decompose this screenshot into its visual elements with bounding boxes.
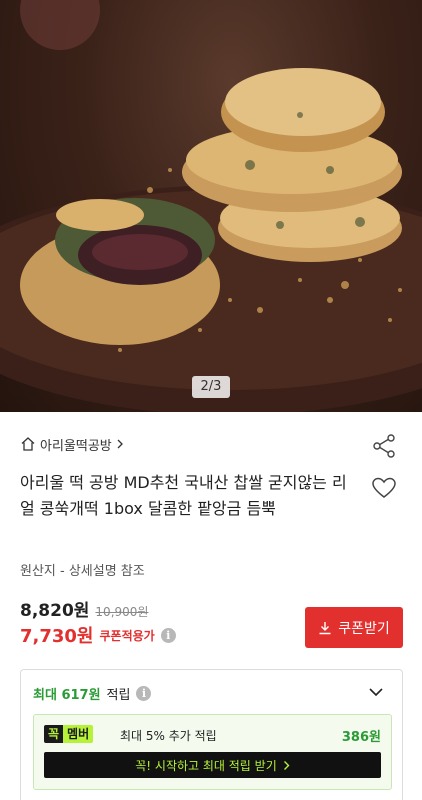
member-description: 최대 5% 추가 적립 — [120, 729, 217, 743]
seller-name: 아리울떡공방 — [40, 438, 112, 454]
product-origin: 원산지 - 상세설명 참조 — [20, 564, 145, 579]
chevron-right-icon — [283, 760, 290, 770]
product-photo — [0, 0, 422, 412]
member-amount: 386원 — [341, 730, 381, 745]
coupon-price-label: 쿠폰적용가 — [99, 628, 155, 643]
product-title: 아리울 떡 공방 MD추천 국내산 찹쌀 굳지않는 리얼 콩쑥개떡 1box 달… — [20, 473, 347, 518]
download-icon — [319, 621, 331, 634]
chevron-right-icon — [117, 439, 123, 449]
member-benefit-box: 꼭 멤버 최대 5% 추가 적립 386원 꼭! 시작하고 최대 적립 받기 — [33, 714, 392, 790]
reward-suffix: 적립 — [106, 688, 131, 703]
coupon-price: 7,730원 — [20, 626, 94, 647]
seller-link[interactable]: 아리울떡공방 — [20, 434, 124, 454]
price-row: 8,820원 10,900원 — [20, 596, 148, 621]
member-start-label: 꼭! 시작하고 최대 적립 받기 — [135, 758, 277, 773]
reward-info-icon[interactable]: i — [136, 686, 152, 701]
heart-icon[interactable] — [371, 476, 397, 500]
image-pager: 2/3 — [192, 376, 230, 398]
member-badge-a: 꼭 — [44, 725, 64, 743]
info-icon[interactable]: i — [160, 627, 176, 643]
member-badge-b: 멤버 — [63, 725, 94, 743]
reward-max: 최대 617원 — [33, 688, 101, 703]
share-icon[interactable] — [371, 433, 397, 459]
chevron-down-icon[interactable] — [369, 688, 383, 697]
original-price: 10,900원 — [95, 605, 149, 619]
reward-panel: 최대 617원 적립 i 꼭 멤버 최대 5% 추가 적립 386원 꼭! 시작… — [20, 669, 403, 800]
get-coupon-label: 쿠폰받기 — [338, 620, 390, 637]
coupon-price-row: 7,730원 쿠폰적용가 i — [20, 622, 176, 648]
member-start-button[interactable]: 꼭! 시작하고 최대 적립 받기 — [44, 752, 381, 778]
get-coupon-button[interactable]: 쿠폰받기 — [305, 607, 403, 648]
reward-header[interactable]: 최대 617원 적립 i — [33, 684, 152, 703]
product-image[interactable]: 2/3 — [0, 0, 422, 412]
member-badge: 꼭 멤버 — [44, 725, 94, 743]
home-icon — [21, 437, 35, 451]
sale-price: 8,820원 — [20, 601, 90, 621]
